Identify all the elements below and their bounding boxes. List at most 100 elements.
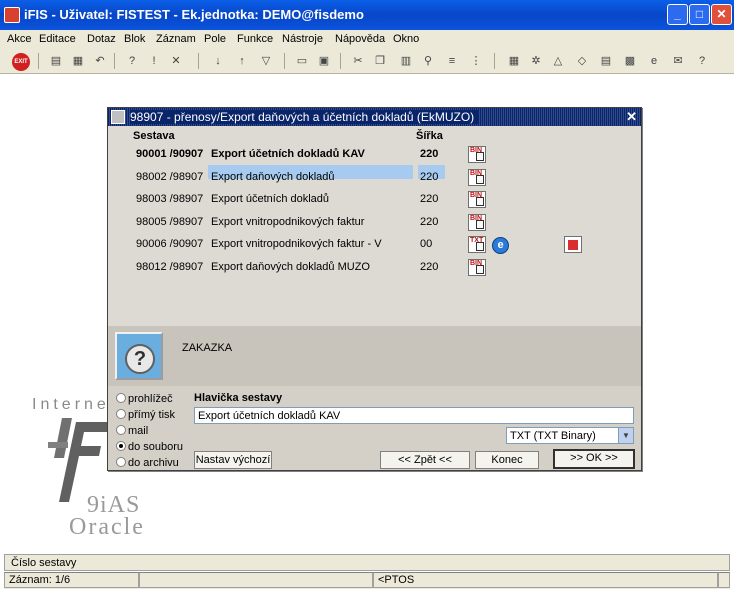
- copy-icon[interactable]: ❐: [372, 53, 388, 69]
- paste-icon[interactable]: ▥: [398, 53, 414, 69]
- enter-query-icon[interactable]: ?: [124, 53, 140, 69]
- close-button[interactable]: ✕: [711, 4, 732, 25]
- layers-icon[interactable]: ◇: [574, 53, 590, 69]
- help-icon[interactable]: ?: [694, 53, 710, 69]
- report-width: 00: [420, 238, 433, 250]
- report-name: Export daňových dokladů MUZO: [211, 261, 370, 273]
- table-row[interactable]: 98002 /98907 Export daňových dokladů 220…: [108, 168, 641, 190]
- report-name: Export vnitropodnikových faktur - V: [211, 238, 382, 250]
- save-icon[interactable]: ▤: [48, 53, 64, 69]
- table-row[interactable]: 90006 /90907 Export vnitropodnikových fa…: [108, 235, 641, 257]
- toolbar: EXIT ▤ ▦ ↶ ? ! ✕ ↓ ↑ ▽ ▭ ▣ ✂ ❐ ▥ ⚲ ≡ ⋮ ▦…: [0, 48, 734, 74]
- report-code: 98003 /98907: [136, 193, 204, 205]
- menu-blok[interactable]: Blok: [124, 33, 145, 45]
- end-button[interactable]: Konec: [475, 451, 539, 469]
- radio-mail[interactable]: mail: [116, 425, 196, 439]
- col-header-sestava: Sestava: [133, 130, 175, 142]
- table-row[interactable]: 98012 /98907 Export daňových dokladů MUZ…: [108, 258, 641, 280]
- preview-icon[interactable]: ▣: [316, 53, 332, 69]
- report-code: 90001 /90907: [136, 148, 204, 160]
- status-end: [718, 572, 730, 588]
- bin-file-icon[interactable]: BIN: [468, 259, 486, 276]
- parameter-panel: ? ZAKAZKA: [108, 326, 641, 386]
- back-button[interactable]: << Zpět <<: [380, 451, 470, 469]
- status-empty: [139, 572, 373, 588]
- maximize-button[interactable]: □: [689, 4, 710, 25]
- undo-icon[interactable]: ↶: [92, 53, 108, 69]
- format-select[interactable]: TXT (TXT Binary) ▼: [506, 427, 634, 444]
- print-icon[interactable]: ▦: [70, 53, 86, 69]
- cancel-query-icon[interactable]: ✕: [168, 53, 184, 69]
- logo-oracle-text: Oracle: [69, 514, 145, 540]
- report-width: 220: [420, 193, 439, 205]
- table-row[interactable]: 90001 /90907 Export účetních dokladů KAV…: [108, 145, 641, 167]
- menu-dotaz[interactable]: Dotaz: [87, 33, 116, 45]
- report-name: Export daňových dokladů: [211, 171, 335, 183]
- radio-do-archivu[interactable]: do archivu: [116, 457, 196, 471]
- report-list: Sestava Šířka 90001 /90907 Export účetní…: [108, 126, 641, 326]
- mail-icon[interactable]: ✉: [670, 53, 686, 69]
- list-icon[interactable]: ≡: [444, 53, 460, 69]
- calculator-icon[interactable]: ▦: [506, 53, 522, 69]
- find-icon[interactable]: ⚲: [420, 53, 436, 69]
- settings-icon[interactable]: ✲: [528, 53, 544, 69]
- status-hint-text: Číslo sestavy: [11, 557, 77, 569]
- table-row[interactable]: 98005 /98907 Export vnitropodnikových fa…: [108, 213, 641, 235]
- mountain-icon[interactable]: △: [550, 53, 566, 69]
- execute-query-icon[interactable]: !: [146, 53, 162, 69]
- browser-icon[interactable]: e: [492, 237, 509, 254]
- menu-okno[interactable]: Okno: [393, 33, 419, 45]
- report-width: 220: [420, 216, 439, 228]
- report-code: 98005 /98907: [136, 216, 204, 228]
- report-name: Export účetních dokladů KAV: [211, 148, 365, 160]
- col-header-sirka: Šířka: [416, 130, 443, 142]
- minimize-button[interactable]: _: [667, 4, 688, 25]
- sort-asc-icon[interactable]: ↓: [210, 53, 226, 69]
- print-record-icon[interactable]: ▭: [294, 53, 310, 69]
- chevron-down-icon[interactable]: ▼: [618, 428, 633, 443]
- dialog-close-button[interactable]: ✕: [626, 109, 637, 125]
- list-values-icon[interactable]: ⋮: [468, 53, 484, 69]
- exit-icon[interactable]: EXIT: [12, 53, 30, 71]
- status-bar: Záznam: 1/6 <PTOS: [4, 572, 730, 589]
- status-mode: <PTOS: [373, 572, 718, 588]
- txt-file-icon[interactable]: TXT: [468, 236, 486, 253]
- filter-icon[interactable]: ▽: [258, 53, 274, 69]
- radio-primy-tisk[interactable]: přímý tisk: [116, 409, 196, 423]
- header-input[interactable]: Export účetních dokladů KAV: [194, 407, 634, 424]
- excel-icon[interactable]: ▩: [622, 53, 638, 69]
- ok-button[interactable]: >> OK >>: [553, 449, 635, 469]
- set-default-button[interactable]: Nastav výchozí: [194, 451, 272, 469]
- bin-file-icon[interactable]: BIN: [468, 191, 486, 208]
- bin-file-icon[interactable]: BIN: [468, 169, 486, 186]
- dialog-title: 98907 - přenosy/Export daňových a účetní…: [130, 110, 479, 124]
- menu-zaznam[interactable]: Záznam: [156, 33, 196, 45]
- radio-prohlizec[interactable]: prohlížeč: [116, 393, 196, 407]
- menu-funkce[interactable]: Funkce: [237, 33, 273, 45]
- report-width: 220: [420, 148, 439, 160]
- cut-icon[interactable]: ✂: [350, 53, 366, 69]
- menu-napoveda[interactable]: Nápověda: [335, 33, 385, 45]
- table-row[interactable]: 98003 /98907 Export účetních dokladů 220…: [108, 190, 641, 212]
- toolbar-separator: [198, 53, 199, 69]
- menu-akce[interactable]: Akce: [7, 33, 31, 45]
- browser-icon[interactable]: e: [646, 53, 662, 69]
- chart-icon[interactable]: ▤: [598, 53, 614, 69]
- menu-editace[interactable]: Editace: [39, 33, 76, 45]
- help-question-icon[interactable]: ?: [115, 332, 163, 380]
- record-counter: Záznam: 1/6: [4, 572, 139, 588]
- pdf-file-icon[interactable]: [564, 236, 582, 253]
- toolbar-separator: [114, 53, 115, 69]
- dialog-title-bar: 98907 - přenosy/Export daňových a účetní…: [108, 108, 641, 126]
- status-hint: Číslo sestavy: [4, 554, 730, 571]
- header-label: Hlavička sestavy: [194, 392, 283, 404]
- sort-desc-icon[interactable]: ↑: [234, 53, 250, 69]
- toolbar-separator: [38, 53, 39, 69]
- output-panel: prohlížeč přímý tisk mail do souboru do …: [108, 386, 641, 470]
- menu-nastroje[interactable]: Nástroje: [282, 33, 323, 45]
- menu-pole[interactable]: Pole: [204, 33, 226, 45]
- bin-file-icon[interactable]: BIN: [468, 146, 486, 163]
- zakazka-label: ZAKAZKA: [182, 342, 233, 354]
- bin-file-icon[interactable]: BIN: [468, 214, 486, 231]
- radio-do-souboru[interactable]: do souboru: [116, 441, 196, 455]
